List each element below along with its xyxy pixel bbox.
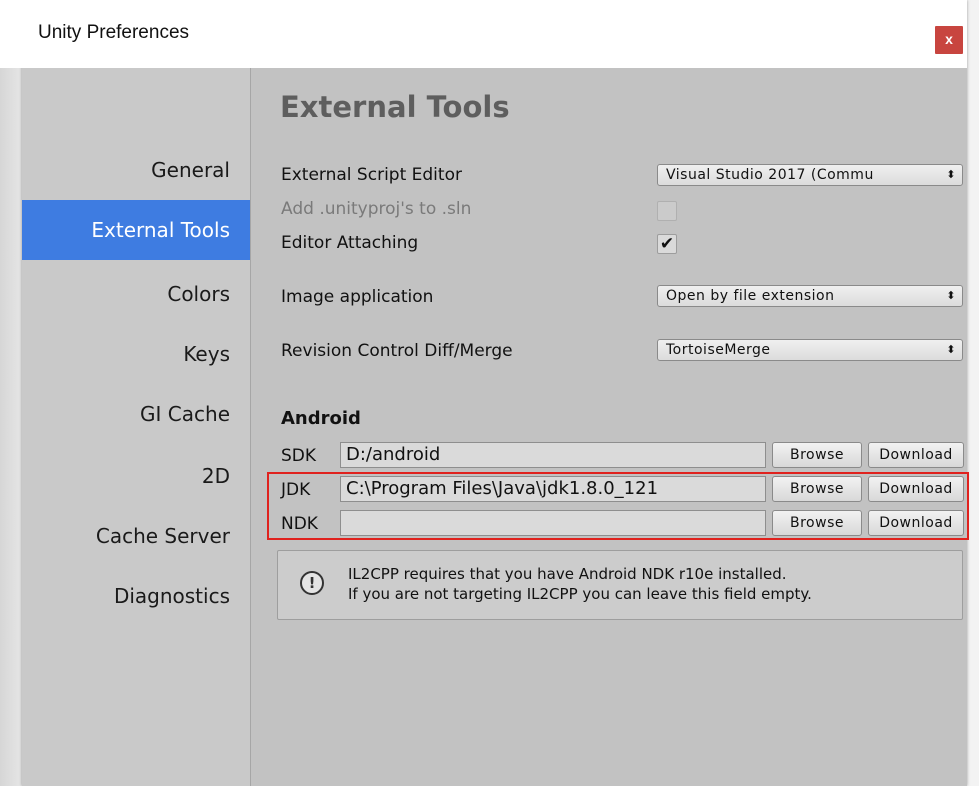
add-unityproj-label: Add .unityproj's to .sln [281, 199, 472, 219]
dropdown-arrow-icon: ⬍ [946, 343, 956, 356]
title-bar: Unity Preferences x [0, 0, 967, 68]
jdk-ndk-highlight-box [267, 472, 969, 540]
sidebar-item-general[interactable]: General [22, 140, 250, 200]
revision-control-value: TortoiseMerge [666, 342, 771, 358]
add-unityproj-checkbox[interactable] [657, 201, 677, 221]
revision-control-dropdown[interactable]: TortoiseMerge ⬍ [657, 339, 963, 361]
editor-attaching-label: Editor Attaching [281, 233, 419, 253]
info-line-1: IL2CPP requires that you have Android ND… [348, 565, 787, 583]
sidebar-item-cache-server[interactable]: Cache Server [22, 506, 250, 566]
sidebar-item-external-tools[interactable]: External Tools [22, 200, 250, 260]
il2cpp-info-box: ! IL2CPP requires that you have Android … [277, 550, 963, 620]
page-title: External Tools [280, 90, 510, 124]
info-icon: ! [300, 571, 324, 595]
window-title: Unity Preferences [38, 22, 190, 43]
close-button[interactable]: x [935, 26, 963, 54]
editor-attaching-checkbox[interactable]: ✔ [657, 234, 677, 254]
sdk-path-field[interactable]: D:/android [340, 442, 766, 468]
sidebar-item-gi-cache[interactable]: GI Cache [22, 384, 250, 444]
info-line-2: If you are not targeting IL2CPP you can … [348, 585, 812, 603]
script-editor-value: Visual Studio 2017 (Commu [666, 167, 874, 183]
image-application-value: Open by file extension [666, 288, 835, 304]
sidebar-item-diagnostics[interactable]: Diagnostics [22, 566, 250, 626]
preferences-window: Unity Preferences x General External Too… [0, 0, 969, 786]
sdk-download-button[interactable]: Download [868, 442, 964, 468]
dropdown-arrow-icon: ⬍ [946, 168, 956, 181]
background-right-edge [967, 0, 979, 786]
background-left-edge [0, 0, 22, 786]
external-tools-panel: External Tools External Script Editor Vi… [251, 68, 969, 786]
image-application-label: Image application [281, 287, 434, 307]
sdk-label: SDK [281, 446, 317, 466]
sidebar-item-2d[interactable]: 2D [22, 446, 250, 506]
revision-control-label: Revision Control Diff/Merge [281, 341, 513, 361]
android-section-title: Android [281, 408, 361, 429]
image-application-dropdown[interactable]: Open by file extension ⬍ [657, 285, 963, 307]
checkmark-icon: ✔ [659, 234, 675, 254]
script-editor-dropdown[interactable]: Visual Studio 2017 (Commu ⬍ [657, 164, 963, 186]
sidebar-item-colors[interactable]: Colors [22, 264, 250, 324]
preferences-sidebar: General External Tools Colors Keys GI Ca… [22, 68, 251, 786]
script-editor-label: External Script Editor [281, 165, 462, 185]
dropdown-arrow-icon: ⬍ [946, 289, 956, 302]
sidebar-item-keys[interactable]: Keys [22, 324, 250, 384]
sdk-browse-button[interactable]: Browse [772, 442, 862, 468]
